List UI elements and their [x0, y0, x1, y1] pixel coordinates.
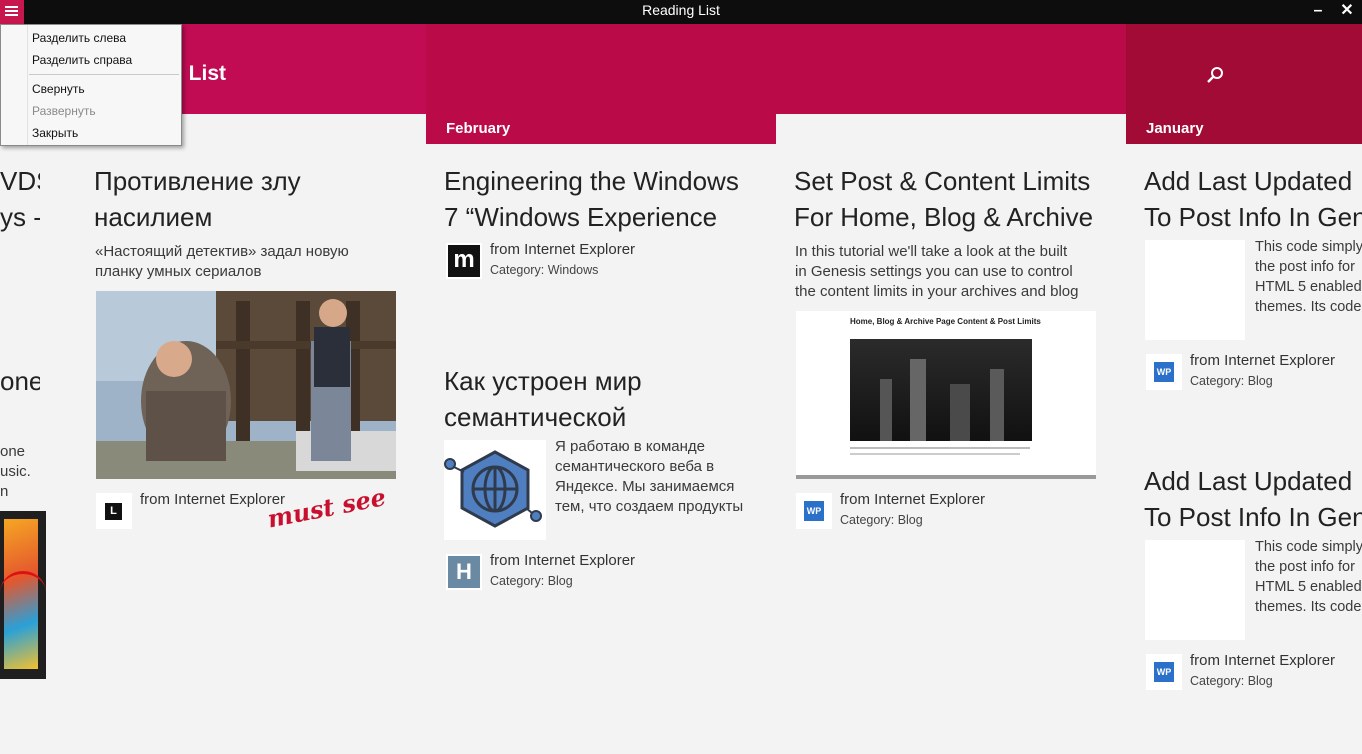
article-title-partial[interactable]: VDSys - — [0, 163, 40, 235]
article-thumbnail[interactable] — [96, 291, 396, 479]
source-icon: m — [446, 243, 482, 279]
article-title[interactable]: Engineering the Windows 7 “Windows Experi… — [444, 163, 764, 235]
header-band — [426, 24, 1126, 114]
wordpress-icon: WP — [1146, 354, 1182, 390]
article-source: from Internet Explorer — [490, 241, 636, 258]
search-icon[interactable] — [1206, 66, 1226, 86]
menu-item-minimize[interactable]: Свернуть — [32, 82, 85, 96]
source-icon: H — [446, 554, 482, 590]
article-description: In this tutorial we'll take a look at th… — [795, 243, 1079, 300]
source-icon: L — [96, 493, 132, 529]
article-source: from Internet Explorer — [140, 491, 286, 508]
article-title[interactable]: Set Post & Content Limits For Home, Blog … — [794, 163, 1114, 235]
menu-icon[interactable] — [0, 0, 24, 24]
article-description: This code simply the post info for HTML 5 … — [1255, 539, 1362, 615]
article-thumbnail[interactable] — [1145, 540, 1245, 640]
article-description: This code simply the post info for HTML 5 … — [1255, 239, 1362, 315]
article-title[interactable]: Add Last Updated To Post Info In Gen — [1144, 163, 1362, 235]
header-band — [1126, 24, 1362, 114]
article-title[interactable]: Add Last Updated To Post Info In Gen — [1144, 463, 1362, 535]
article-title[interactable]: Противление злу насилием — [94, 163, 414, 235]
article-source: from Internet Explorer — [1190, 352, 1336, 369]
must-see-stamp: must see — [265, 482, 389, 534]
minimize-icon[interactable]: – — [1310, 0, 1326, 22]
article-thumbnail[interactable]: Home, Blog & Archive Page Content & Post… — [796, 311, 1096, 479]
group-header-january[interactable]: January — [1126, 114, 1362, 144]
article-title[interactable]: Как устроен мир семантической — [444, 363, 764, 435]
article-description: Я работаю в команде семантического веба в… — [555, 438, 744, 515]
close-icon[interactable]: ✕ — [1338, 0, 1356, 22]
article-category: Category: Blog — [1190, 674, 1273, 688]
article-category: Category: Blog — [1190, 374, 1273, 388]
article-category: Category: Windows — [490, 263, 599, 277]
article-desc-partial: one usic. n — [0, 443, 31, 500]
article-thumbnail[interactable] — [444, 440, 546, 540]
menu-item-split-left[interactable]: Разделить слева — [32, 31, 126, 45]
article-category: Category: Blog — [840, 513, 923, 527]
article-title-partial[interactable]: one — [0, 363, 40, 399]
article-source: from Internet Explorer — [1190, 652, 1336, 669]
system-menu: Разделить слева Разделить справа Свернут… — [0, 24, 182, 146]
title-bar: Reading List – ✕ — [0, 0, 1362, 24]
wordpress-icon: WP — [796, 493, 832, 529]
window-title: Reading List — [642, 2, 720, 18]
article-source: from Internet Explorer — [840, 491, 986, 508]
phone-thumbnail[interactable] — [0, 511, 46, 679]
article-thumbnail[interactable] — [1145, 240, 1245, 340]
menu-item-split-right[interactable]: Разделить справа — [32, 53, 132, 67]
group-header-february[interactable]: February — [426, 114, 776, 144]
menu-item-close[interactable]: Закрыть — [32, 126, 78, 140]
article-description: «Настоящий детектив» задал новую планку у… — [95, 243, 349, 280]
article-source: from Internet Explorer — [490, 552, 636, 569]
article-category: Category: Blog — [490, 574, 573, 588]
menu-item-maximize: Развернуть — [32, 104, 96, 118]
wordpress-icon: WP — [1146, 654, 1182, 690]
menu-separator — [29, 74, 179, 75]
